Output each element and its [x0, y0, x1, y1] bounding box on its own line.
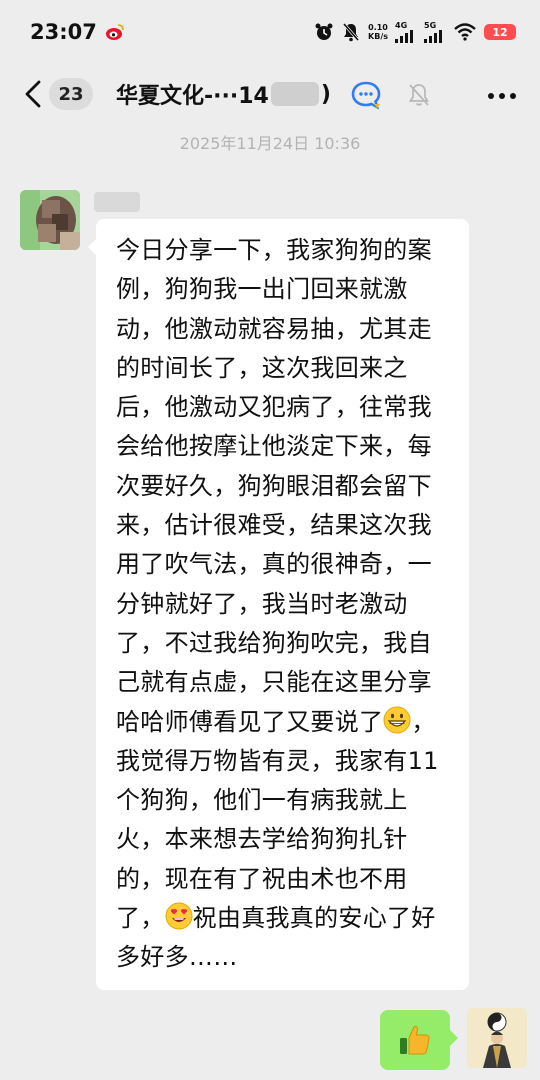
signal-icon	[395, 29, 413, 43]
qa-icon[interactable]	[350, 80, 382, 110]
chat-title[interactable]: 华夏文化-···14 )	[116, 78, 331, 110]
battery-icon: 12	[484, 24, 516, 40]
incoming-message-text: 今日分享一下，我家狗狗的案例，狗狗我一出门回来就激动，他激动就容易抽，尤其走的时…	[116, 236, 439, 972]
wifi-icon	[454, 23, 476, 41]
bell-off-icon[interactable]	[407, 82, 431, 108]
heart-eyes-emoji-icon	[165, 902, 193, 930]
signal-5g: 5G	[424, 21, 446, 43]
sender-avatar[interactable]	[20, 190, 80, 250]
thumbs-up-icon	[400, 1025, 430, 1055]
unread-count-badge[interactable]: 23	[49, 78, 93, 110]
more-icon[interactable]	[487, 92, 517, 100]
avatar-image	[467, 1008, 527, 1068]
avatar-image	[20, 190, 80, 250]
status-time: 23:07	[30, 20, 97, 44]
signal-4g: 4G	[395, 21, 417, 43]
net-speed: 0.10 KB/s	[368, 23, 388, 41]
signal-icon	[424, 29, 442, 43]
weibo-icon	[105, 24, 124, 40]
chat-header: 23 华夏文化-···14 )	[0, 64, 540, 124]
incoming-message-bubble[interactable]: 今日分享一下，我家狗狗的案例，狗狗我一出门回来就激动，他激动就容易抽，尤其走的时…	[88, 219, 469, 990]
message-timestamp: 2025年11月24日 10:36	[179, 134, 361, 153]
grinning-face-emoji-icon	[383, 706, 411, 734]
back-icon[interactable]	[22, 80, 44, 108]
status-bar: 23:07 0.10 KB/s 4G 5G 12	[0, 0, 540, 64]
battery-level: 12	[492, 25, 508, 39]
mute-icon	[342, 23, 360, 42]
sender-name-redacted	[94, 192, 140, 212]
alarm-icon	[315, 23, 333, 40]
title-redacted	[270, 82, 319, 106]
chat-title-suffix: )	[320, 81, 331, 107]
my-avatar[interactable]	[467, 1008, 527, 1068]
outgoing-message-bubble[interactable]	[380, 1010, 458, 1070]
chat-title-text: 华夏文化-···14	[116, 84, 269, 109]
